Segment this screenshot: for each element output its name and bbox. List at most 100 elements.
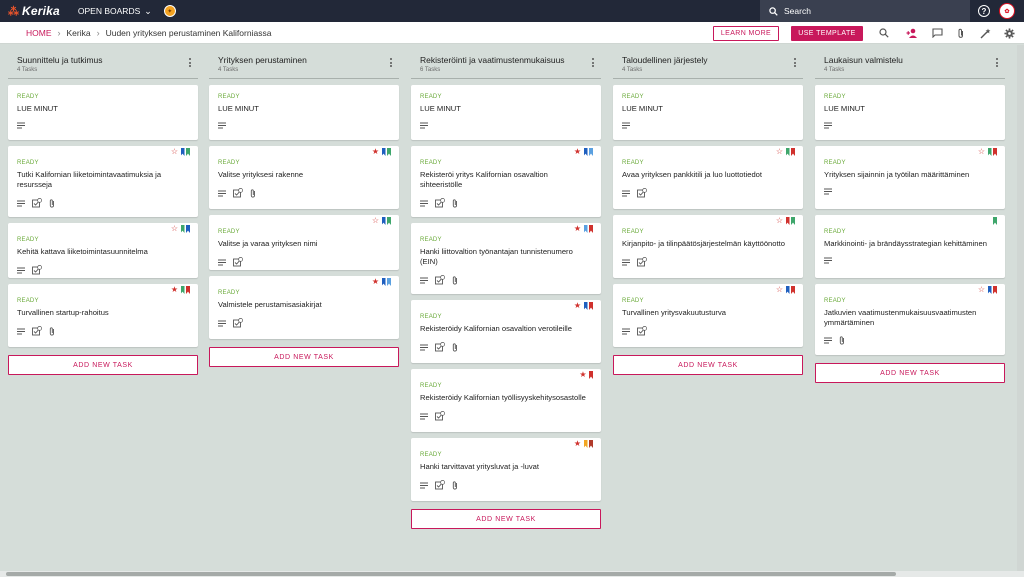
- scrollbar-thumb[interactable]: [6, 572, 896, 576]
- task-card[interactable]: ★ READY Rekisteröidy Kalifornian osavaltio…: [411, 300, 601, 363]
- star-outline-icon[interactable]: ☆: [171, 225, 178, 233]
- star-outline-icon[interactable]: ☆: [776, 286, 783, 294]
- card-tags: ★: [372, 148, 391, 156]
- search-bar[interactable]: Search: [760, 0, 970, 22]
- description-icon: [218, 190, 226, 199]
- column-header[interactable]: Yrityksen perustaminen 4 Tasks: [209, 45, 399, 79]
- task-card[interactable]: ☆ READY Kirjanpito- ja tilinpäätösjärjeste…: [613, 215, 803, 278]
- checklist-icon: [32, 198, 42, 210]
- star-filled-icon[interactable]: ★: [372, 148, 379, 156]
- add-new-task-button[interactable]: ADD NEW TASK: [8, 355, 198, 375]
- task-card[interactable]: ☆ READY Tutki Kalifornian liiketoimintavaa…: [8, 146, 198, 217]
- task-title: Markkinointi- ja brändäysstrategian kehi…: [824, 239, 987, 248]
- search-icon[interactable]: [878, 27, 890, 39]
- card-indicators: [218, 122, 226, 131]
- task-card[interactable]: ☆ READY Jatkuvien vaatimustenmukaisuusvaat…: [815, 284, 1005, 355]
- description-icon: [824, 337, 832, 346]
- help-icon[interactable]: ?: [978, 5, 990, 17]
- chevron-right-icon: ›: [57, 27, 61, 38]
- card-indicators: [622, 257, 647, 269]
- task-card[interactable]: ★ READY Rekisteröi yritys Kalifornian osav…: [411, 146, 601, 217]
- star-filled-icon[interactable]: ★: [574, 225, 581, 233]
- task-card[interactable]: ★ READY Turvallinen startup-rahoitus: [8, 284, 198, 347]
- column-header[interactable]: Suunnittelu ja tutkimus 4 Tasks: [8, 45, 198, 79]
- star-filled-icon[interactable]: ★: [574, 302, 581, 310]
- star-outline-icon[interactable]: ☆: [776, 217, 783, 225]
- star-outline-icon[interactable]: ☆: [978, 148, 985, 156]
- org-badge-icon[interactable]: ✦: [163, 5, 176, 17]
- task-card[interactable]: ★ READY Hanki liittovaltion työnantajan tu…: [411, 223, 601, 294]
- task-card[interactable]: READY LUE MINUT: [613, 85, 803, 140]
- star-outline-icon[interactable]: ☆: [171, 148, 178, 156]
- chat-icon[interactable]: [931, 27, 943, 39]
- description-icon: [420, 344, 428, 353]
- star-filled-icon[interactable]: ★: [579, 371, 586, 379]
- task-title: Valmistele perustamisasiakirjat: [218, 300, 322, 309]
- column-header[interactable]: Laukaisun valmistelu 4 Tasks: [815, 45, 1005, 79]
- more-options-icon[interactable]: [390, 58, 393, 69]
- task-card[interactable]: READY LUE MINUT: [8, 85, 198, 140]
- task-title: Rekisteröidy Kalifornian osavaltion vero…: [420, 324, 572, 333]
- task-card[interactable]: ☆ READY Valitse ja varaa yrityksen nimi: [209, 215, 399, 270]
- add-new-task-button[interactable]: ADD NEW TASK: [411, 509, 601, 529]
- task-title: Hanki tarvittavat yritysluvat ja -luvat: [420, 462, 540, 471]
- breadcrumb-home[interactable]: HOME: [26, 28, 52, 38]
- card-tags: [993, 217, 997, 225]
- more-options-icon[interactable]: [592, 58, 595, 69]
- task-card[interactable]: READY LUE MINUT: [209, 85, 399, 140]
- star-filled-icon[interactable]: ★: [574, 148, 581, 156]
- column-header[interactable]: Taloudellinen järjestely 4 Tasks: [613, 45, 803, 79]
- add-new-task-button[interactable]: ADD NEW TASK: [613, 355, 803, 375]
- attachment-icon: [49, 198, 55, 210]
- settings-gear-icon[interactable]: [1003, 27, 1015, 39]
- task-card[interactable]: READY LUE MINUT: [815, 85, 1005, 140]
- description-icon: [824, 188, 832, 197]
- kerika-logo[interactable]: ⁂ Kerika: [8, 4, 60, 18]
- column-header[interactable]: Rekisteröinti ja vaatimustenmukaisuus 6 T…: [411, 45, 601, 79]
- use-template-button[interactable]: USE TEMPLATE: [791, 26, 863, 41]
- checklist-icon: [32, 265, 42, 277]
- learn-more-button[interactable]: LEARN MORE: [713, 26, 779, 41]
- task-title: Tutki Kalifornian liiketoimintavaatimuks…: [17, 170, 162, 189]
- task-card[interactable]: ★ READY Rekisteröidy Kalifornian työllisyy…: [411, 369, 601, 432]
- column-title: Yrityksen perustaminen: [218, 55, 307, 65]
- card-indicators: [420, 122, 428, 131]
- avatar[interactable]: ✿: [999, 3, 1015, 19]
- task-card[interactable]: ★ READY Hanki tarvittavat yritysluvat ja -…: [411, 438, 601, 501]
- status-badge: READY: [17, 160, 39, 166]
- star-outline-icon[interactable]: ☆: [978, 286, 985, 294]
- task-card[interactable]: ☆ READY Avaa yrityksen pankkitili ja luo l…: [613, 146, 803, 209]
- status-badge: READY: [420, 452, 442, 458]
- card-tags: ★: [574, 440, 593, 448]
- task-card[interactable]: READY LUE MINUT: [411, 85, 601, 140]
- task-card[interactable]: ★ READY Valitse yrityksesi rakenne: [209, 146, 399, 209]
- star-outline-icon[interactable]: ☆: [372, 217, 379, 225]
- card-indicators: [17, 198, 55, 210]
- task-card[interactable]: ☆ READY Turvallinen yritysvakuutusturva: [613, 284, 803, 347]
- task-title: Kirjanpito- ja tilinpäätösjärjestelmän k…: [622, 239, 785, 248]
- more-options-icon[interactable]: [996, 58, 999, 69]
- star-outline-icon[interactable]: ☆: [776, 148, 783, 156]
- card-indicators: [218, 318, 243, 330]
- open-boards-menu[interactable]: OPEN BOARDS ⌄: [78, 6, 152, 17]
- more-options-icon[interactable]: [189, 58, 192, 69]
- more-options-icon[interactable]: [794, 58, 797, 69]
- horizontal-scrollbar[interactable]: [0, 571, 1024, 577]
- task-card[interactable]: ☆ READY Yrityksen sijainnin ja työtilan mä…: [815, 146, 1005, 209]
- attachment-icon[interactable]: [955, 27, 967, 39]
- column-title: Rekisteröinti ja vaatimustenmukaisuus: [420, 55, 565, 65]
- add-person-icon[interactable]: [906, 27, 918, 39]
- star-filled-icon[interactable]: ★: [372, 278, 379, 286]
- star-filled-icon[interactable]: ★: [574, 440, 581, 448]
- add-new-task-button[interactable]: ADD NEW TASK: [815, 363, 1005, 383]
- tag-flag-icon: [589, 148, 593, 156]
- task-card[interactable]: ★ READY Valmistele perustamisasiakirjat: [209, 276, 399, 339]
- breadcrumb-org[interactable]: Kerika: [67, 28, 91, 38]
- magic-wand-icon[interactable]: [979, 27, 991, 39]
- add-new-task-button[interactable]: ADD NEW TASK: [209, 347, 399, 367]
- card-indicators: [622, 326, 647, 338]
- task-card[interactable]: ☆ READY Kehitä kattava liiketoimintasuunni…: [8, 223, 198, 278]
- vertical-scrollbar[interactable]: [1017, 45, 1024, 571]
- task-card[interactable]: READY Markkinointi- ja brändäysstrategian…: [815, 215, 1005, 278]
- star-filled-icon[interactable]: ★: [171, 286, 178, 294]
